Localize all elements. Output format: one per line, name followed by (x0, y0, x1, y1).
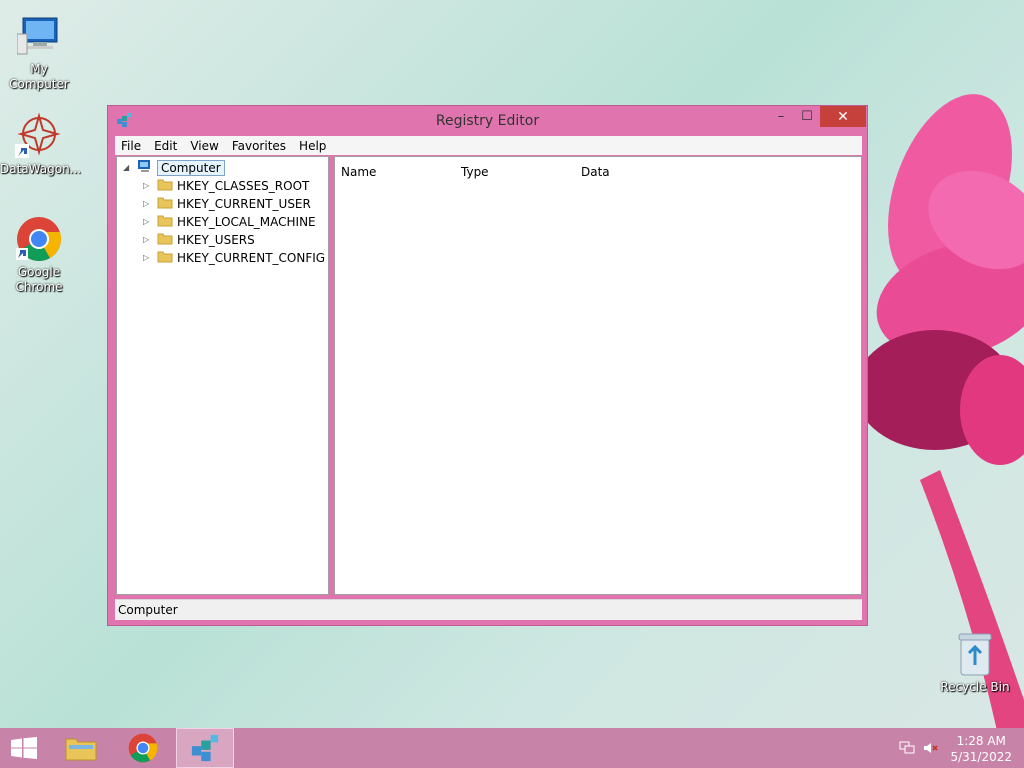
taskbar: 1:28 AM 5/31/2022 (0, 728, 1024, 768)
desktop-icon-my-computer[interactable]: My Computer (0, 12, 78, 92)
tree-item-hkey-classes-root[interactable]: ▷ HKEY_CLASSES_ROOT (143, 177, 309, 194)
tree-item-label: HKEY_CLASSES_ROOT (177, 178, 310, 193)
title-bar[interactable]: Registry Editor – ☐ ✕ (108, 106, 867, 136)
folder-icon (157, 249, 173, 266)
tree-item-label: HKEY_LOCAL_MACHINE (177, 214, 316, 229)
collapsed-arrow-icon[interactable]: ▷ (143, 217, 153, 226)
chrome-icon (128, 733, 158, 763)
tree-item-label: HKEY_CURRENT_USER (177, 196, 311, 211)
desktop-icon-datawagon[interactable]: DataWagon... (0, 112, 82, 177)
system-clock[interactable]: 1:28 AM 5/31/2022 (950, 733, 1012, 765)
folder-icon (157, 213, 173, 230)
registry-editor-window: Registry Editor – ☐ ✕ File Edit View Fav… (107, 105, 868, 626)
clock-time: 1:28 AM (956, 734, 1006, 748)
collapsed-arrow-icon[interactable]: ▷ (143, 199, 153, 208)
clock-date: 5/31/2022 (950, 750, 1012, 764)
desktop-icon-label: My Computer (9, 62, 69, 91)
datawagon-icon (15, 112, 63, 160)
taskbar-file-explorer[interactable] (56, 728, 106, 768)
column-header-type[interactable]: Type (461, 165, 489, 179)
menu-view[interactable]: View (184, 139, 225, 153)
volume-muted-icon[interactable] (920, 728, 942, 768)
menu-bar: File Edit View Favorites Help (115, 136, 862, 155)
windows-logo-icon (11, 737, 37, 759)
status-path: Computer (118, 603, 178, 617)
folder-icon (157, 195, 173, 212)
tree-item-hkey-current-user[interactable]: ▷ HKEY_CURRENT_USER (143, 195, 311, 212)
computer-icon (137, 159, 153, 176)
desktop-icon-label: Google Chrome (15, 265, 63, 294)
collapsed-arrow-icon[interactable]: ▷ (143, 181, 153, 190)
regedit-icon (191, 734, 219, 762)
tree-item-label: Computer (157, 159, 225, 176)
registry-values-pane[interactable]: Name Type Data (334, 156, 862, 595)
file-explorer-icon (65, 738, 97, 761)
folder-icon (157, 231, 173, 248)
column-header-name[interactable]: Name (341, 165, 376, 179)
expanded-arrow-icon[interactable]: ◢ (123, 163, 133, 172)
collapsed-arrow-icon[interactable]: ▷ (143, 235, 153, 244)
tree-item-label: HKEY_USERS (177, 232, 255, 247)
menu-favorites[interactable]: Favorites (226, 139, 293, 153)
tree-item-hkey-local-machine[interactable]: ▷ HKEY_LOCAL_MACHINE (143, 213, 316, 230)
close-button[interactable]: ✕ (820, 106, 866, 127)
menu-file[interactable]: File (115, 139, 148, 153)
taskbar-chrome[interactable] (118, 728, 168, 768)
desktop-icon-recycle-bin[interactable]: Recycle Bin (936, 630, 1014, 695)
registry-tree-pane[interactable]: ◢ Computer ▷ HKEY_CLASSES_ROOT ▷ HKEY_CU… (116, 156, 329, 595)
recycle-bin-icon (951, 630, 999, 678)
desktop-icon-label: DataWagon... (0, 162, 82, 176)
tree-item-computer[interactable]: ◢ Computer (123, 159, 225, 176)
collapsed-arrow-icon[interactable]: ▷ (143, 253, 153, 262)
network-icon[interactable] (896, 728, 918, 768)
status-bar: Computer (115, 599, 862, 620)
taskbar-registry-editor[interactable] (176, 728, 234, 768)
maximize-button[interactable]: ☐ (794, 106, 820, 127)
chrome-icon (15, 215, 63, 263)
desktop-icon-google-chrome[interactable]: Google Chrome (0, 215, 78, 295)
desktop-icon-label: Recycle Bin (940, 680, 1010, 694)
tree-item-label: HKEY_CURRENT_CONFIG (177, 250, 326, 265)
tree-item-hkey-users[interactable]: ▷ HKEY_USERS (143, 231, 255, 248)
folder-icon (157, 177, 173, 194)
menu-help[interactable]: Help (293, 139, 333, 153)
column-header-data[interactable]: Data (581, 165, 610, 179)
window-title: Registry Editor (435, 113, 540, 129)
tree-item-hkey-current-config[interactable]: ▷ HKEY_CURRENT_CONFIG (143, 249, 325, 266)
minimize-button[interactable]: – (768, 106, 794, 127)
menu-edit[interactable]: Edit (148, 139, 184, 153)
computer-icon (15, 12, 63, 60)
start-button[interactable] (0, 728, 48, 768)
